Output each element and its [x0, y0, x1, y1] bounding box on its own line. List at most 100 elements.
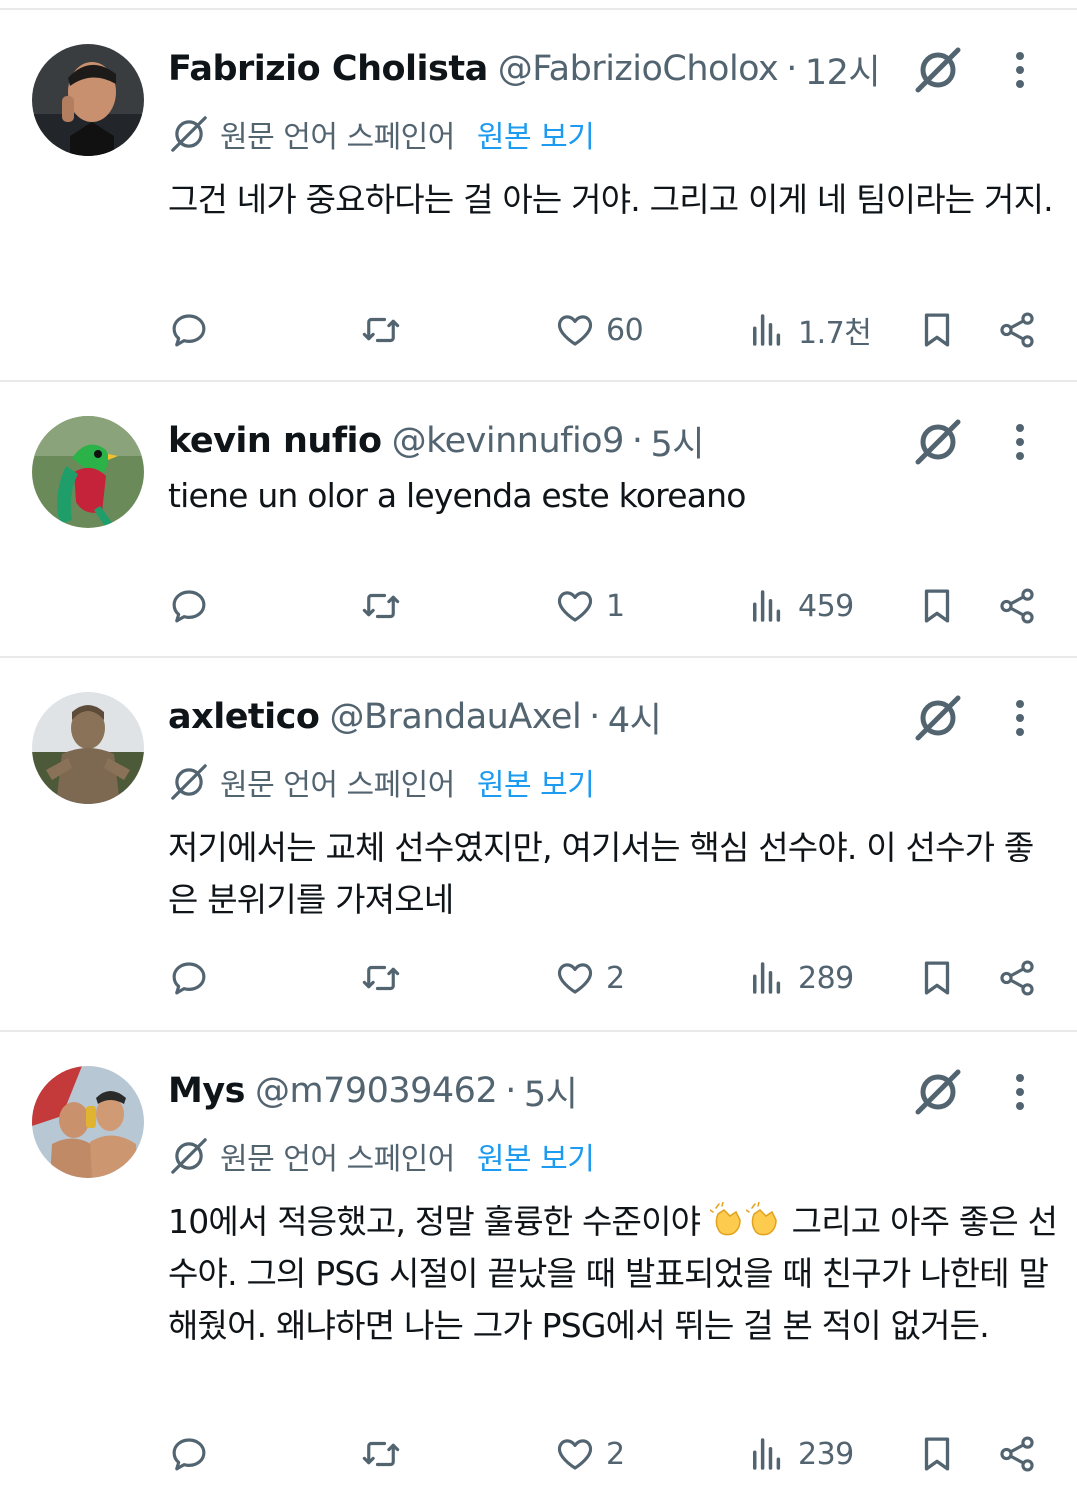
avatar[interactable]	[32, 1066, 144, 1178]
view-count: 1.7천	[798, 316, 872, 351]
like-button[interactable]: 2	[554, 1428, 625, 1480]
share-icon	[1000, 1436, 1034, 1472]
reply-button[interactable]	[168, 1428, 210, 1480]
translate-icon	[171, 1138, 207, 1174]
action-bar: 2 239	[0, 1428, 1077, 1480]
display-name[interactable]: Mys	[168, 1071, 245, 1111]
avatar[interactable]	[32, 416, 144, 528]
timestamp[interactable]: 5시	[651, 416, 705, 467]
tweet-text: 10에서 적응했고, 정말 훌륭한 수준이야 그리고 아주 좋은 선수야. 그의…	[168, 1196, 1058, 1352]
bookmark-icon	[924, 961, 950, 995]
separator-dot: ·	[505, 1071, 516, 1111]
bookmark-button[interactable]	[916, 304, 958, 356]
display-name[interactable]: axletico	[168, 697, 320, 737]
like-icon	[557, 315, 593, 346]
like-button[interactable]: 1	[554, 580, 625, 632]
reply-icon	[172, 314, 206, 347]
bookmark-button[interactable]	[916, 1428, 958, 1480]
views-icon	[753, 314, 781, 346]
tweet-text: 그건 네가 중요하다는 걸 아는 거야. 그리고 이게 네 팀이라는 거지.	[168, 180, 1054, 219]
views-icon	[753, 590, 781, 622]
translation-notice: 원문 언어 스페인어 원본 보기	[168, 1134, 595, 1178]
tweet-text: 저기에서는 교체 선수였지만, 여기서는 핵심 선수야. 이 선수가 좋은 분위…	[168, 828, 1034, 919]
like-button[interactable]: 2	[554, 952, 625, 1004]
translate-icon	[171, 116, 207, 152]
views-icon	[753, 1438, 781, 1470]
bookmark-icon	[924, 1437, 950, 1471]
clapping-hands-icon	[745, 1202, 777, 1236]
retweet-button[interactable]	[360, 304, 402, 356]
reply-icon	[172, 1438, 206, 1471]
translation-label: 원문 언어 스페인어	[220, 1142, 455, 1177]
retweet-icon	[362, 965, 400, 991]
user-handle[interactable]: @m79039462	[255, 1071, 498, 1111]
view-original-link[interactable]: 원본 보기	[477, 1134, 595, 1178]
tweet[interactable]: kevin nufio @kevinnufio9 · 5시 tiene un o…	[0, 382, 1077, 658]
user-handle[interactable]: @kevinnufio9	[392, 421, 625, 461]
reply-icon	[172, 962, 206, 995]
like-count: 2	[606, 1436, 625, 1472]
bookmark-button[interactable]	[916, 952, 958, 1004]
bookmark-icon	[924, 313, 950, 347]
separator-dot: ·	[631, 421, 643, 461]
views-button[interactable]: 459	[746, 580, 854, 632]
retweet-icon	[362, 317, 400, 343]
action-bar: 2 289	[0, 952, 1077, 1004]
share-button[interactable]	[996, 580, 1038, 632]
share-button[interactable]	[996, 1428, 1038, 1480]
tweet-header: kevin nufio @kevinnufio9 · 5시	[168, 416, 704, 466]
views-button[interactable]: 1.7천	[746, 304, 872, 356]
action-bar: 1 459	[0, 580, 1077, 632]
retweet-button[interactable]	[360, 1428, 402, 1480]
more-icon[interactable]	[1002, 692, 1038, 744]
more-icon[interactable]	[1002, 1066, 1038, 1118]
timestamp[interactable]: 12시	[805, 44, 881, 95]
user-handle[interactable]: @BrandauAxel	[329, 697, 581, 737]
user-handle[interactable]: @FabrizioCholox	[498, 49, 779, 89]
share-icon	[1000, 588, 1034, 624]
bookmark-icon	[924, 589, 950, 623]
tweet[interactable]: Mys @m79039462 · 5시 원문 언어 스페인어 원본 보기 10에…	[0, 1032, 1077, 1507]
like-icon	[557, 963, 593, 994]
tweet[interactable]: Fabrizio Cholista @FabrizioCholox · 12시 …	[0, 10, 1077, 382]
like-count: 1	[606, 588, 625, 624]
timestamp[interactable]: 5시	[524, 1066, 578, 1117]
like-count: 60	[606, 312, 644, 348]
retweet-button[interactable]	[360, 580, 402, 632]
reply-button[interactable]	[168, 952, 210, 1004]
grok-icon[interactable]	[912, 44, 964, 96]
separator-dot: ·	[589, 697, 600, 737]
views-button[interactable]: 289	[746, 952, 854, 1004]
tweet-header: Fabrizio Cholista @FabrizioCholox · 12시	[168, 44, 881, 95]
share-button[interactable]	[996, 952, 1038, 1004]
retweet-icon	[362, 593, 400, 619]
tweet-header: Mys @m79039462 · 5시	[168, 1066, 578, 1117]
timestamp[interactable]: 4시	[608, 692, 662, 743]
bookmark-button[interactable]	[916, 580, 958, 632]
share-button[interactable]	[996, 304, 1038, 356]
reply-icon	[172, 590, 206, 623]
tweet[interactable]: axletico @BrandauAxel · 4시 원문 언어 스페인어 원본…	[0, 658, 1077, 1032]
retweet-button[interactable]	[360, 952, 402, 1004]
like-button[interactable]: 60	[554, 304, 644, 356]
grok-icon[interactable]	[912, 416, 964, 468]
action-bar: 60 1.7천	[0, 304, 1077, 356]
translation-notice: 원문 언어 스페인어 원본 보기	[168, 760, 595, 804]
avatar[interactable]	[32, 44, 144, 156]
more-icon[interactable]	[1002, 416, 1038, 468]
display-name[interactable]: kevin nufio	[168, 421, 382, 461]
reply-button[interactable]	[168, 304, 210, 356]
grok-icon[interactable]	[912, 1066, 964, 1118]
view-original-link[interactable]: 원본 보기	[477, 760, 595, 804]
grok-icon[interactable]	[912, 692, 964, 744]
view-count: 289	[798, 960, 854, 996]
more-icon[interactable]	[1002, 44, 1038, 96]
views-icon	[753, 962, 781, 994]
avatar[interactable]	[32, 692, 144, 804]
display-name[interactable]: Fabrizio Cholista	[168, 49, 488, 89]
views-button[interactable]: 239	[746, 1428, 854, 1480]
reply-button[interactable]	[168, 580, 210, 632]
clapping-hands-icon	[709, 1202, 741, 1236]
view-original-link[interactable]: 원본 보기	[477, 112, 595, 156]
translation-label: 원문 언어 스페인어	[220, 120, 455, 155]
